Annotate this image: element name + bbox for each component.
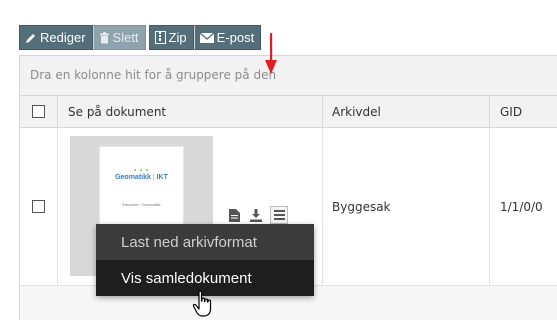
zip-file-icon [154,31,166,44]
gid-cell: 1/1/0/0 [500,199,543,214]
zip-button-label: Zip [168,30,187,45]
select-all-checkbox[interactable] [32,105,45,118]
group-hint-text: Dra en kolonne hit for å gruppere på den [30,68,277,82]
grid-header: Se på dokument Arkivdel GID [20,96,557,128]
column-header-gid[interactable]: GID [500,96,522,127]
row-checkbox[interactable] [32,200,45,213]
document-icon[interactable] [226,207,242,223]
zip-button[interactable]: Zip [148,25,194,50]
edit-button-label: Rediger [40,30,86,45]
geomatikk-logo: • • • Geomatikk | IKT [115,168,168,181]
row-actions [226,206,288,224]
menu-item-download-archive-format[interactable]: Last ned arkivformat [96,224,314,260]
envelope-icon [199,32,214,43]
edit-button[interactable]: Rediger [19,25,93,50]
email-button[interactable]: E-post [193,25,262,50]
document-subtitle: Eiendom / Geomatikk [122,202,161,207]
red-arrow-icon [265,33,277,74]
context-menu: Last ned arkivformat Vis samledokument [96,224,314,296]
column-header-arkivdel[interactable]: Arkivdel [332,96,381,127]
column-header-view-document[interactable]: Se på dokument [68,96,166,127]
row-select-cell [32,128,45,285]
trash-icon [99,31,110,44]
arkivdel-cell: Byggesak [332,199,391,214]
hand-cursor-icon [192,290,212,317]
download-icon[interactable] [248,207,264,223]
delete-button-label: Slett [112,30,139,45]
group-drop-area[interactable]: Dra en kolonne hit for å gruppere på den [20,56,557,96]
menu-lines-icon[interactable] [270,206,288,224]
select-all-cell [32,96,45,127]
delete-button[interactable]: Slett [92,25,146,50]
pencil-icon [25,32,37,44]
toolbar: Rediger Slett Zip E-post [19,25,262,50]
email-button-label: E-post [216,30,255,45]
